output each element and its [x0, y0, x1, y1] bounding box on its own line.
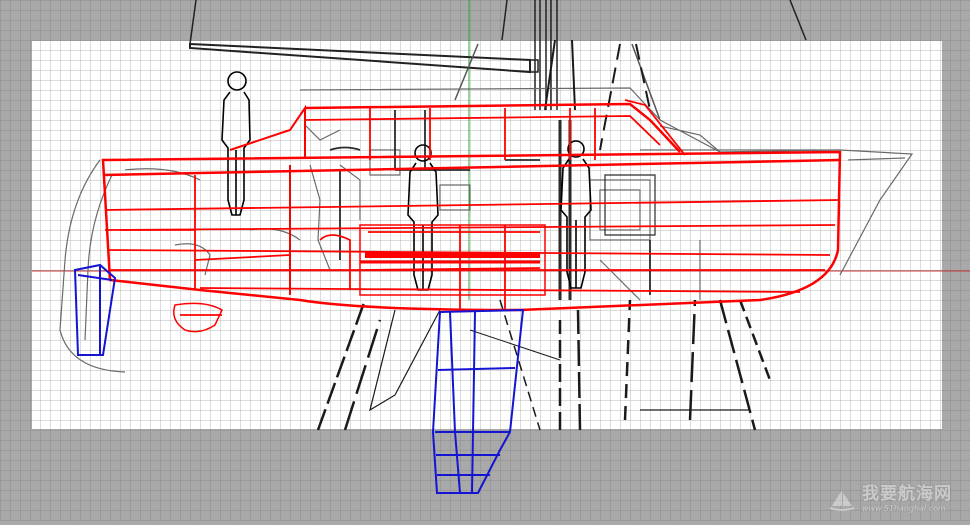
- watermark-url: www.51hanghai.com: [862, 504, 946, 513]
- cad-viewport[interactable]: 我要航海网 www.51hanghai.com: [0, 0, 970, 521]
- watermark: 我要航海网 www.51hanghai.com: [828, 486, 952, 513]
- sailboat-logo-icon: [829, 489, 855, 511]
- drawing-sheet-grid: [32, 41, 942, 429]
- watermark-brand: 我要航海网: [862, 484, 952, 504]
- drawing-canvas: [0, 0, 970, 521]
